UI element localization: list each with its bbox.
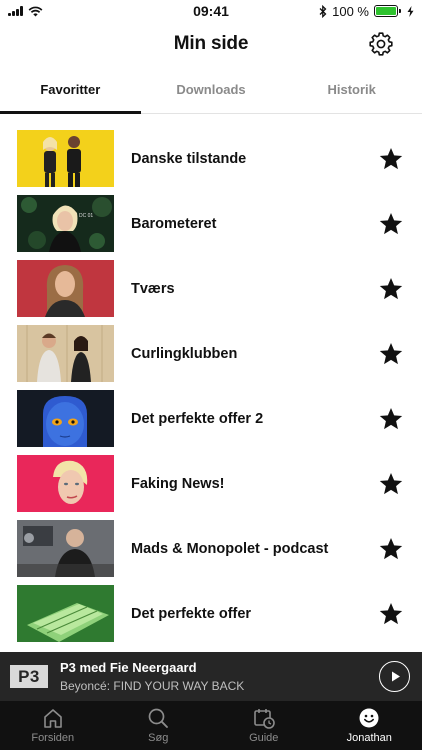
list-item[interactable]: Mads & Monopolet - podcast [0, 516, 422, 581]
gear-icon [369, 32, 393, 56]
podcast-cover [17, 585, 114, 642]
star-icon[interactable] [378, 211, 404, 237]
tab-historik[interactable]: Historik [281, 66, 422, 113]
item-title: Curlingklubben [131, 345, 238, 362]
player-text: P3 med Fie Neergaard Beyoncé: FIND YOUR … [60, 660, 244, 693]
nav-item-forsiden[interactable]: Forsiden [0, 701, 106, 750]
list-item[interactable]: Faking News! [0, 451, 422, 516]
list-item[interactable]: DC 01 Barometeret [0, 191, 422, 256]
status-right: 100 % [319, 4, 414, 19]
wifi-icon [28, 6, 43, 16]
svg-text:DC 01: DC 01 [79, 213, 93, 219]
list-item[interactable]: Det perfekte offer [0, 581, 422, 646]
favorites-list: Danske tilstande DC 01 Barometeret Tværs [0, 115, 422, 652]
nav-label: Guide [249, 732, 279, 744]
play-icon [391, 671, 400, 682]
item-title: Danske tilstande [131, 150, 247, 167]
podcast-cover [17, 390, 114, 447]
charging-icon [407, 5, 414, 17]
item-title: Tværs [131, 280, 175, 297]
calendar-clock-icon [253, 707, 275, 729]
nav-label: Jonathan [346, 732, 392, 744]
list-item[interactable]: Danske tilstande [0, 126, 422, 191]
play-button[interactable] [379, 661, 410, 692]
settings-button[interactable] [368, 31, 394, 57]
mini-player[interactable]: P3 P3 med Fie Neergaard Beyoncé: FIND YO… [0, 652, 422, 701]
item-title: Faking News! [131, 475, 225, 492]
star-icon[interactable] [378, 341, 404, 367]
page-title: Min side [173, 33, 249, 54]
tab-favoritter[interactable]: Favoritter [0, 66, 141, 114]
nav-label: Forsiden [31, 732, 75, 744]
item-title: Det perfekte offer [131, 605, 252, 622]
battery-icon [374, 5, 401, 17]
tab-downloads[interactable]: Downloads [141, 66, 282, 113]
podcast-cover [17, 325, 114, 382]
signal-icon [8, 6, 23, 16]
channel-logo: P3 [10, 665, 48, 688]
star-icon[interactable] [378, 536, 404, 562]
home-icon [42, 707, 64, 729]
item-title: Mads & Monopolet - podcast [131, 540, 329, 557]
player-subtitle: Beyoncé: FIND YOUR WAY BACK [60, 679, 245, 693]
list-item[interactable]: Det perfekte offer 2 [0, 386, 422, 451]
nav-item-guide[interactable]: Guide [211, 701, 317, 750]
star-icon[interactable] [378, 276, 404, 302]
player-title: P3 med Fie Neergaard [60, 660, 197, 675]
list-item[interactable]: Curlingklubben [0, 321, 422, 386]
podcast-cover: DC 01 [17, 195, 114, 252]
podcast-cover [17, 260, 114, 317]
star-icon[interactable] [378, 601, 404, 627]
list-item[interactable]: Tværs [0, 256, 422, 321]
bluetooth-icon [319, 4, 327, 18]
battery-fill [376, 7, 396, 15]
search-icon [147, 707, 169, 729]
status-bar: 09:41 100 % [0, 0, 422, 22]
item-title: Barometeret [131, 215, 217, 232]
star-icon[interactable] [378, 471, 404, 497]
status-left [8, 6, 43, 17]
nav-item-sog[interactable]: Søg [106, 701, 212, 750]
smiley-icon [358, 707, 380, 729]
bottom-nav: Forsiden Søg Guide Jonathan [0, 701, 422, 750]
nav-item-jonathan[interactable]: Jonathan [317, 701, 422, 750]
podcast-cover [17, 520, 114, 577]
item-title: Det perfekte offer 2 [131, 410, 264, 427]
podcast-cover [17, 455, 114, 512]
nav-label: Søg [148, 732, 169, 744]
tab-bar: Favoritter Downloads Historik [0, 66, 422, 114]
star-icon[interactable] [378, 146, 404, 172]
battery-percentage: 100 % [332, 3, 369, 19]
header: Min side [0, 22, 422, 66]
star-icon[interactable] [378, 406, 404, 432]
podcast-cover [17, 130, 114, 187]
